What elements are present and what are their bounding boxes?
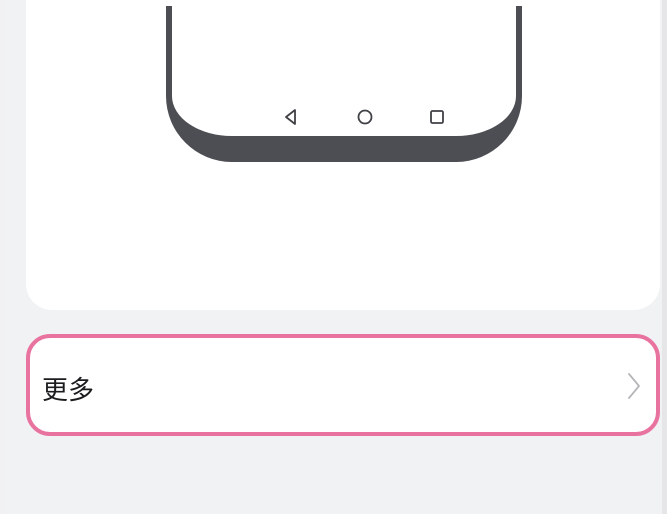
- navigation-preview-card: [26, 0, 660, 310]
- back-triangle-icon: [285, 109, 296, 125]
- phone-frame-illustration: [166, 6, 522, 162]
- more-label: 更多: [42, 376, 95, 406]
- settings-screen: 更多: [5, 0, 662, 514]
- screen-edge: [662, 0, 667, 514]
- more-settings-row[interactable]: 更多: [26, 334, 660, 436]
- recent-square-icon: [430, 110, 444, 124]
- home-circle-icon: [357, 109, 373, 125]
- chevron-right-icon: [628, 373, 640, 399]
